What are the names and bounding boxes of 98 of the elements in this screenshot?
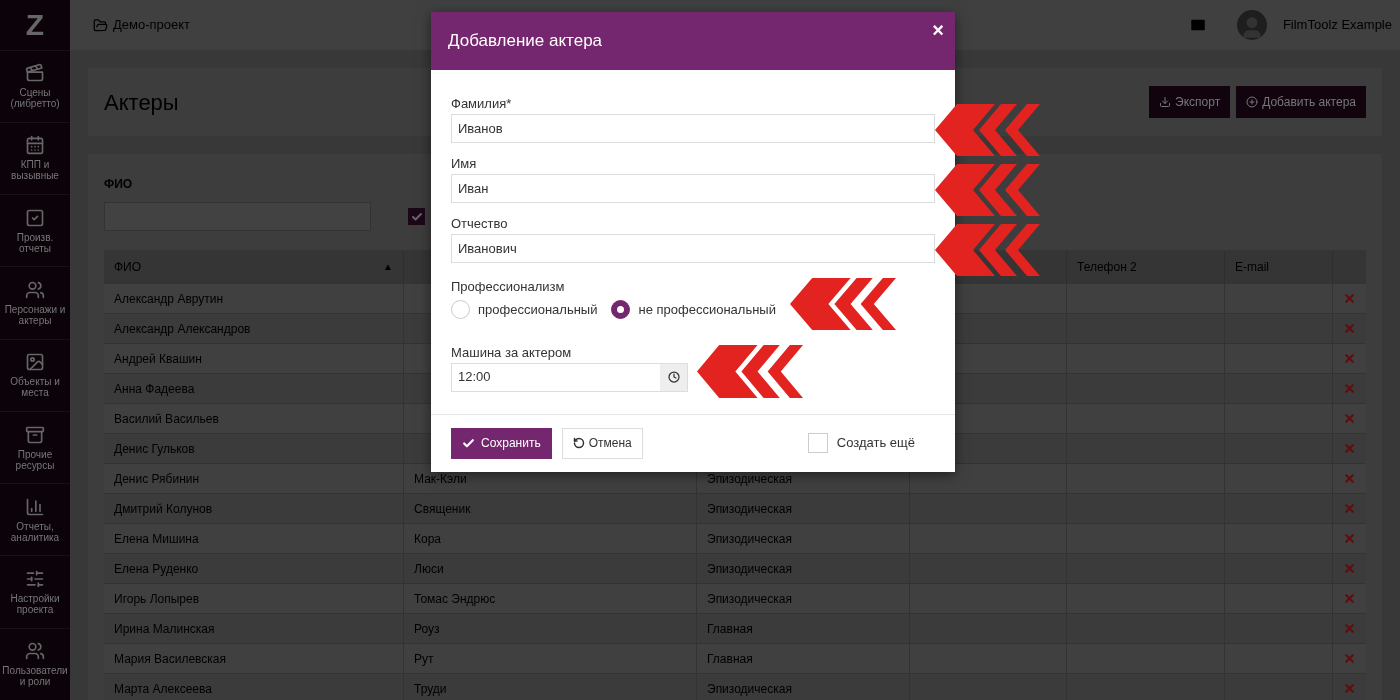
sidebar-item[interactable]: Произв. отчеты [0, 194, 70, 267]
table-cell-text: Главная [707, 650, 753, 668]
table-cell-text: Елена Руденко [114, 560, 199, 578]
text-field[interactable]: Иванович [451, 234, 935, 263]
sidebar-item[interactable]: Объекты и места [0, 338, 70, 411]
table-cell-text: Дмитрий Колунов [114, 500, 213, 518]
people-icon [25, 641, 45, 662]
filter-label: ФИО [104, 176, 133, 192]
delete-icon[interactable] [1343, 472, 1356, 485]
table-cell-text: Денис Гульков [114, 440, 195, 458]
delete-icon[interactable] [1343, 502, 1356, 515]
close-button[interactable]: × [932, 20, 944, 40]
checkbox-icon [25, 207, 45, 228]
sliders-icon [25, 569, 45, 590]
export-button[interactable]: Экспорт [1149, 86, 1231, 118]
page-title: Актеры [104, 88, 179, 117]
required-mark: * [506, 96, 512, 111]
table-cell-text: Елена Мишина [114, 530, 199, 548]
sidebar-item[interactable]: Сцены (либретто) [0, 49, 70, 122]
plus-circle-icon [1246, 96, 1259, 108]
table-cell-text: Рут [414, 650, 434, 668]
avatar[interactable] [1236, 10, 1267, 40]
people-icon [25, 280, 45, 300]
field-label: Отчество [451, 216, 508, 231]
table-cell-text: Марта Алексеева [114, 680, 212, 698]
save-button[interactable]: Сохранить [451, 427, 552, 459]
sort-caret-icon: ▲ [383, 261, 393, 272]
table-cell-text: Александр Александров [114, 320, 251, 338]
table-cell-text: Люси [414, 560, 444, 578]
field-label: Машина за актером [451, 344, 573, 360]
archive-icon [25, 424, 45, 445]
delete-icon[interactable] [1343, 292, 1356, 305]
delete-icon[interactable] [1343, 532, 1356, 545]
radio-label[interactable]: не профессиональный [638, 300, 776, 320]
radio-button[interactable] [611, 300, 631, 320]
image-icon [25, 352, 45, 373]
sidebar-item[interactable]: Отчеты, аналитика [0, 483, 70, 556]
table-cell-text: Эпизодическая [707, 500, 792, 518]
text-field[interactable]: Иван [451, 174, 935, 203]
table-cell-text: Эпизодическая [707, 530, 792, 548]
clapperboard-icon [25, 63, 45, 84]
table-cell-text: Томас Эндрюс [414, 590, 496, 608]
delete-icon[interactable] [1343, 442, 1356, 455]
sidebar-item[interactable]: Настройки проекта [0, 555, 70, 628]
field-label: Профессионализм [451, 279, 566, 294]
table-cell-text: Ирина Малинская [114, 620, 215, 638]
table-cell-text: Кора [414, 530, 441, 548]
table-cell-text: Эпизодическая [707, 680, 792, 698]
modal-title: Добавление актера [448, 30, 603, 53]
table-cell-text: Эпизодическая [707, 470, 792, 488]
table-cell-text: Анна Фадеева [114, 380, 195, 398]
delete-icon[interactable] [1343, 682, 1356, 695]
cancel-button[interactable]: Отмена [561, 427, 643, 459]
radio-label[interactable]: профессиональный [478, 300, 598, 320]
table-cell-text: Эпизодическая [707, 560, 792, 578]
sidebar-item[interactable]: Пользователи и роли [0, 627, 70, 700]
sidebar-item[interactable]: Персонажи и актеры [0, 266, 70, 339]
field-label: Фамилия [451, 96, 507, 111]
table-cell-text: Роуз [414, 620, 440, 638]
logo[interactable]: Z [25, 2, 45, 48]
check-icon [410, 210, 423, 223]
add-actor-button[interactable]: Добавить актера [1236, 86, 1366, 118]
create-more-checkbox[interactable] [807, 433, 828, 453]
table-cell-text: Труди [414, 680, 447, 698]
delete-icon[interactable] [1343, 592, 1356, 605]
time-field[interactable]: 12:00 [452, 363, 660, 391]
delete-icon[interactable] [1343, 382, 1356, 395]
table-cell-text: Эпизодическая [707, 590, 792, 608]
time-picker[interactable]: 12:00 [451, 362, 688, 392]
table-cell-text: Главная [707, 620, 753, 638]
field-label: Имя [451, 156, 477, 171]
table-cell-text: Священик [414, 500, 471, 518]
table-cell-text: Мак-Кэли [414, 470, 467, 488]
sidebar-item[interactable]: КПП и вызывные [0, 121, 70, 195]
delete-icon[interactable] [1343, 562, 1356, 575]
clock-icon [667, 371, 680, 383]
delete-icon[interactable] [1343, 652, 1356, 665]
delete-icon[interactable] [1343, 412, 1356, 425]
checkbox-label[interactable]: Создать ещё [836, 433, 915, 453]
filter-checkbox[interactable] [408, 208, 425, 225]
check-icon [462, 436, 475, 450]
text-field[interactable]: Иванов [451, 114, 935, 143]
folder-icon [93, 17, 108, 33]
delete-icon[interactable] [1343, 322, 1356, 335]
undo-icon [572, 437, 585, 449]
clock-button[interactable] [660, 363, 687, 391]
calendar-icon [25, 135, 45, 156]
sidebar-item[interactable]: Прочие ресурсы [0, 410, 70, 484]
table-cell-text: Денис Рябинин [114, 470, 200, 488]
table-cell-text: Мария Василевская [114, 650, 226, 668]
table-cell-text: Игорь Лопырев [114, 590, 200, 608]
delete-icon[interactable] [1343, 622, 1356, 635]
table-cell-text: Василий Васильев [114, 410, 219, 428]
table-cell-text: Андрей Квашин [114, 350, 202, 368]
table-cell-text: Александр Аврутин [114, 290, 224, 308]
bar-chart-icon [25, 496, 45, 517]
download-icon [1159, 96, 1172, 108]
delete-icon[interactable] [1343, 352, 1356, 365]
